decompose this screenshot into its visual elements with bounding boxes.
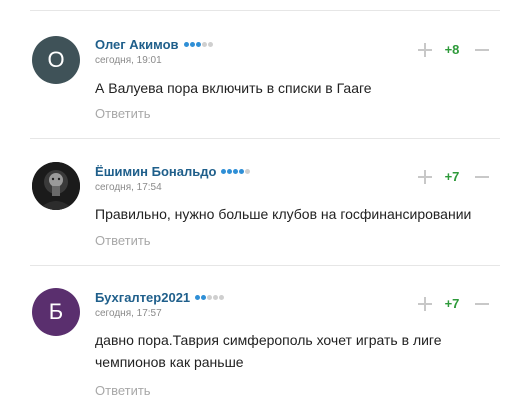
reply-button[interactable]: Ответить: [95, 106, 151, 121]
author-name-text[interactable]: Бухгалтер2021: [95, 290, 190, 305]
comment-text: А Валуева пора включить в списки в Гааге: [95, 80, 372, 96]
author-name-text[interactable]: Ёшимин Бональдо: [95, 164, 216, 179]
divider: [30, 138, 500, 139]
reply-button[interactable]: Ответить: [95, 383, 151, 398]
comment-time: сегодня, 17:57: [95, 308, 162, 319]
comment-time: сегодня, 17:54: [95, 182, 162, 193]
upvote-plus-icon[interactable]: [417, 42, 433, 58]
comment-time: сегодня, 19:01: [95, 55, 162, 66]
upvote-plus-icon[interactable]: [417, 169, 433, 185]
downvote-minus-icon[interactable]: [474, 42, 490, 58]
avatar[interactable]: Б: [32, 288, 80, 336]
reply-button[interactable]: Ответить: [95, 233, 151, 248]
user-rating-dots: [221, 169, 251, 174]
divider-top: [30, 10, 500, 11]
user-rating-dots: [183, 42, 213, 47]
downvote-minus-icon[interactable]: [474, 296, 490, 312]
comment-text: Правильно, нужно больше клубов на госфин…: [95, 206, 472, 222]
comment-score: +7: [444, 296, 460, 311]
avatar[interactable]: О: [32, 36, 80, 84]
comment-score: +7: [444, 169, 460, 184]
author-name[interactable]: Ёшимин Бональдо: [95, 164, 251, 179]
upvote-plus-icon[interactable]: [417, 296, 433, 312]
user-rating-dots: [195, 295, 225, 300]
avatar-letter: Б: [48, 299, 64, 324]
avatar-photo-icon: [32, 162, 80, 210]
comment-text: давно пора.Таврия симферополь хочет игра…: [95, 332, 442, 370]
avatar[interactable]: [32, 162, 80, 210]
author-name[interactable]: Олег Акимов: [95, 37, 213, 52]
downvote-minus-icon[interactable]: [474, 169, 490, 185]
divider: [30, 265, 500, 266]
avatar-letter: О: [47, 47, 65, 72]
comment-score: +8: [444, 42, 460, 57]
author-name-text[interactable]: Олег Акимов: [95, 37, 179, 52]
author-name[interactable]: Бухгалтер2021: [95, 290, 225, 305]
